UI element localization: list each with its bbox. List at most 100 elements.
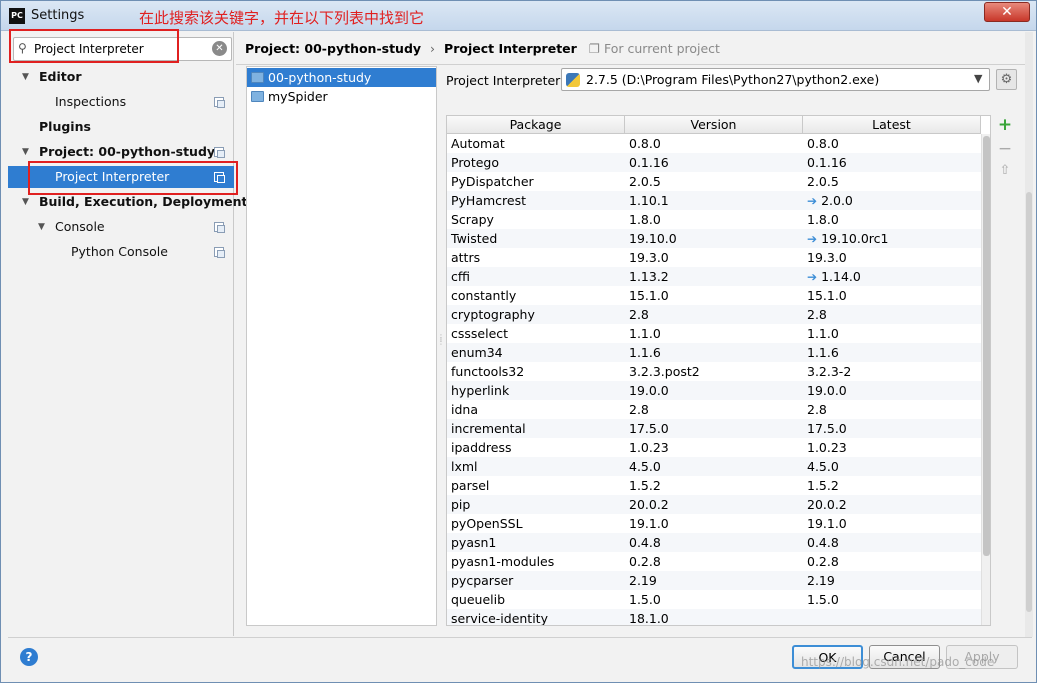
version-cell: 2.19 (629, 573, 657, 588)
latest-cell: 2.19 (807, 571, 835, 590)
package-name-cell: lxml (451, 459, 478, 474)
latest-cell: 0.1.16 (807, 153, 847, 172)
scrollbar-thumb[interactable] (1026, 192, 1032, 612)
latest-cell: 1.0.23 (807, 438, 847, 457)
project-settings-icon (214, 97, 225, 108)
table-row[interactable]: constantly 15.1.0 15.1.0 (447, 286, 981, 305)
latest-cell: 1.1.0 (807, 324, 839, 343)
table-row[interactable]: PyDispatcher 2.0.5 2.0.5 (447, 172, 981, 191)
version-cell: 2.8 (629, 307, 649, 322)
splitter-handle[interactable]: ⋮ ⋮ (437, 334, 445, 346)
project-item[interactable]: mySpider (247, 87, 436, 106)
table-row[interactable]: pycparser 2.19 2.19 (447, 571, 981, 590)
chevron-down-icon[interactable]: ▼ (38, 216, 45, 238)
version-cell: 0.4.8 (629, 535, 661, 550)
table-row[interactable]: parsel 1.5.2 1.5.2 (447, 476, 981, 495)
help-button[interactable]: ? (20, 648, 38, 666)
latest-cell: 1.8.0 (807, 210, 839, 229)
latest-cell: 19.0.0 (807, 381, 847, 400)
table-row[interactable]: functools32 3.2.3.post2 3.2.3-2 (447, 362, 981, 381)
package-table: Package Version Latest Automat 0.8.0 0.8.0… (446, 115, 991, 626)
upgrade-package-button[interactable]: ⇧ (995, 161, 1015, 181)
latest-cell: 1.5.2 (807, 476, 839, 495)
table-row[interactable]: lxml 4.5.0 4.5.0 (447, 457, 981, 476)
tree-item-python-console[interactable]: Python Console (8, 241, 234, 263)
package-name-cell: functools32 (451, 364, 525, 379)
latest-version-text: 1.5.0 (807, 592, 839, 607)
latest-version-text: 19.3.0 (807, 250, 847, 265)
scope-hint: ❐ For current project (588, 41, 720, 56)
latest-cell: 4.5.0 (807, 457, 839, 476)
tree-label: Python Console (71, 244, 168, 259)
window-scrollbar[interactable] (1025, 32, 1033, 637)
version-cell: 19.10.0 (629, 231, 677, 246)
table-row[interactable]: attrs 19.3.0 19.3.0 (447, 248, 981, 267)
tree-label: Editor (39, 69, 82, 84)
latest-version-text: 0.2.8 (807, 554, 839, 569)
tree-item-project[interactable]: ▼ Project: 00-python-study (8, 141, 234, 163)
add-package-button[interactable]: + (995, 115, 1015, 135)
table-row[interactable]: hyperlink 19.0.0 19.0.0 (447, 381, 981, 400)
package-name-cell: service-identity (451, 611, 548, 626)
tree-item-plugins[interactable]: Plugins (8, 116, 234, 138)
cancel-button[interactable]: Cancel (869, 645, 940, 669)
clear-search-icon[interactable]: ✕ (212, 41, 227, 56)
project-settings-icon (214, 247, 225, 258)
apply-button[interactable]: Apply (946, 645, 1018, 669)
latest-version-text: 0.4.8 (807, 535, 839, 550)
version-cell: 17.5.0 (629, 421, 669, 436)
breadcrumb-page: Project Interpreter (444, 41, 577, 56)
tree-item-inspections[interactable]: Inspections (8, 91, 234, 113)
table-row[interactable]: Scrapy 1.8.0 1.8.0 (447, 210, 981, 229)
table-row[interactable]: PyHamcrest 1.10.1 ➔ 2.0.0 (447, 191, 981, 210)
table-row[interactable]: ipaddress 1.0.23 1.0.23 (447, 438, 981, 457)
table-row[interactable]: pip 20.0.2 20.0.2 (447, 495, 981, 514)
table-row[interactable]: pyasn1 0.4.8 0.4.8 (447, 533, 981, 552)
latest-cell: 0.8.0 (807, 134, 839, 153)
table-row[interactable]: enum34 1.1.6 1.1.6 (447, 343, 981, 362)
table-row[interactable]: queuelib 1.5.0 1.5.0 (447, 590, 981, 609)
tree-item-editor[interactable]: ▼ Editor (8, 66, 234, 88)
ok-button[interactable]: OK (792, 645, 863, 669)
table-header: Package Version Latest (447, 116, 981, 134)
table-row[interactable]: cssselect 1.1.0 1.1.0 (447, 324, 981, 343)
column-header-version[interactable]: Version (625, 116, 803, 134)
remove-package-button[interactable]: − (995, 139, 1015, 159)
scope-text: For current project (604, 41, 720, 56)
version-cell: 19.0.0 (629, 383, 669, 398)
title-bar[interactable]: PC Settings 在此搜索该关键字，并在以下列表中找到它 ✕ (1, 1, 1036, 31)
project-item[interactable]: 00-python-study (247, 68, 436, 87)
column-header-latest[interactable]: Latest (803, 116, 981, 134)
close-button[interactable]: ✕ (984, 2, 1030, 22)
scrollbar-thumb[interactable] (983, 136, 990, 556)
table-row[interactable]: Twisted 19.10.0 ➔ 19.10.0rc1 (447, 229, 981, 248)
table-row[interactable]: pyOpenSSL 19.1.0 19.1.0 (447, 514, 981, 533)
chevron-down-icon[interactable]: ▼ (22, 141, 29, 163)
table-scrollbar[interactable] (981, 134, 990, 625)
table-row[interactable]: cffi 1.13.2 ➔ 1.14.0 (447, 267, 981, 286)
latest-version-text: 1.1.6 (807, 345, 839, 360)
interpreter-select[interactable]: 2.7.5 (D:\Program Files\Python27\python2… (561, 68, 990, 91)
tree-item-console[interactable]: ▼ Console (8, 216, 234, 238)
table-row[interactable]: service-identity 18.1.0 (447, 609, 981, 626)
chevron-down-icon[interactable]: ▼ (22, 66, 29, 88)
version-cell: 0.2.8 (629, 554, 661, 569)
version-cell: 15.1.0 (629, 288, 669, 303)
table-row[interactable]: Automat 0.8.0 0.8.0 (447, 134, 981, 153)
table-row[interactable]: idna 2.8 2.8 (447, 400, 981, 419)
highlight-interpreter-frame (28, 161, 238, 195)
chevron-down-icon[interactable]: ▼ (974, 72, 982, 85)
latest-cell: 1.5.0 (807, 590, 839, 609)
package-name-cell: Scrapy (451, 212, 494, 227)
package-name-cell: incremental (451, 421, 526, 436)
gear-icon[interactable]: ⚙ (996, 69, 1017, 90)
latest-version-text: 2.8 (807, 307, 827, 322)
table-row[interactable]: cryptography 2.8 2.8 (447, 305, 981, 324)
folder-icon (251, 91, 264, 102)
table-row[interactable]: incremental 17.5.0 17.5.0 (447, 419, 981, 438)
table-row[interactable]: Protego 0.1.16 0.1.16 (447, 153, 981, 172)
interpreter-value: 2.7.5 (D:\Program Files\Python27\python2… (586, 72, 880, 87)
column-header-package[interactable]: Package (447, 116, 625, 134)
version-cell: 2.0.5 (629, 174, 661, 189)
table-row[interactable]: pyasn1-modules 0.2.8 0.2.8 (447, 552, 981, 571)
